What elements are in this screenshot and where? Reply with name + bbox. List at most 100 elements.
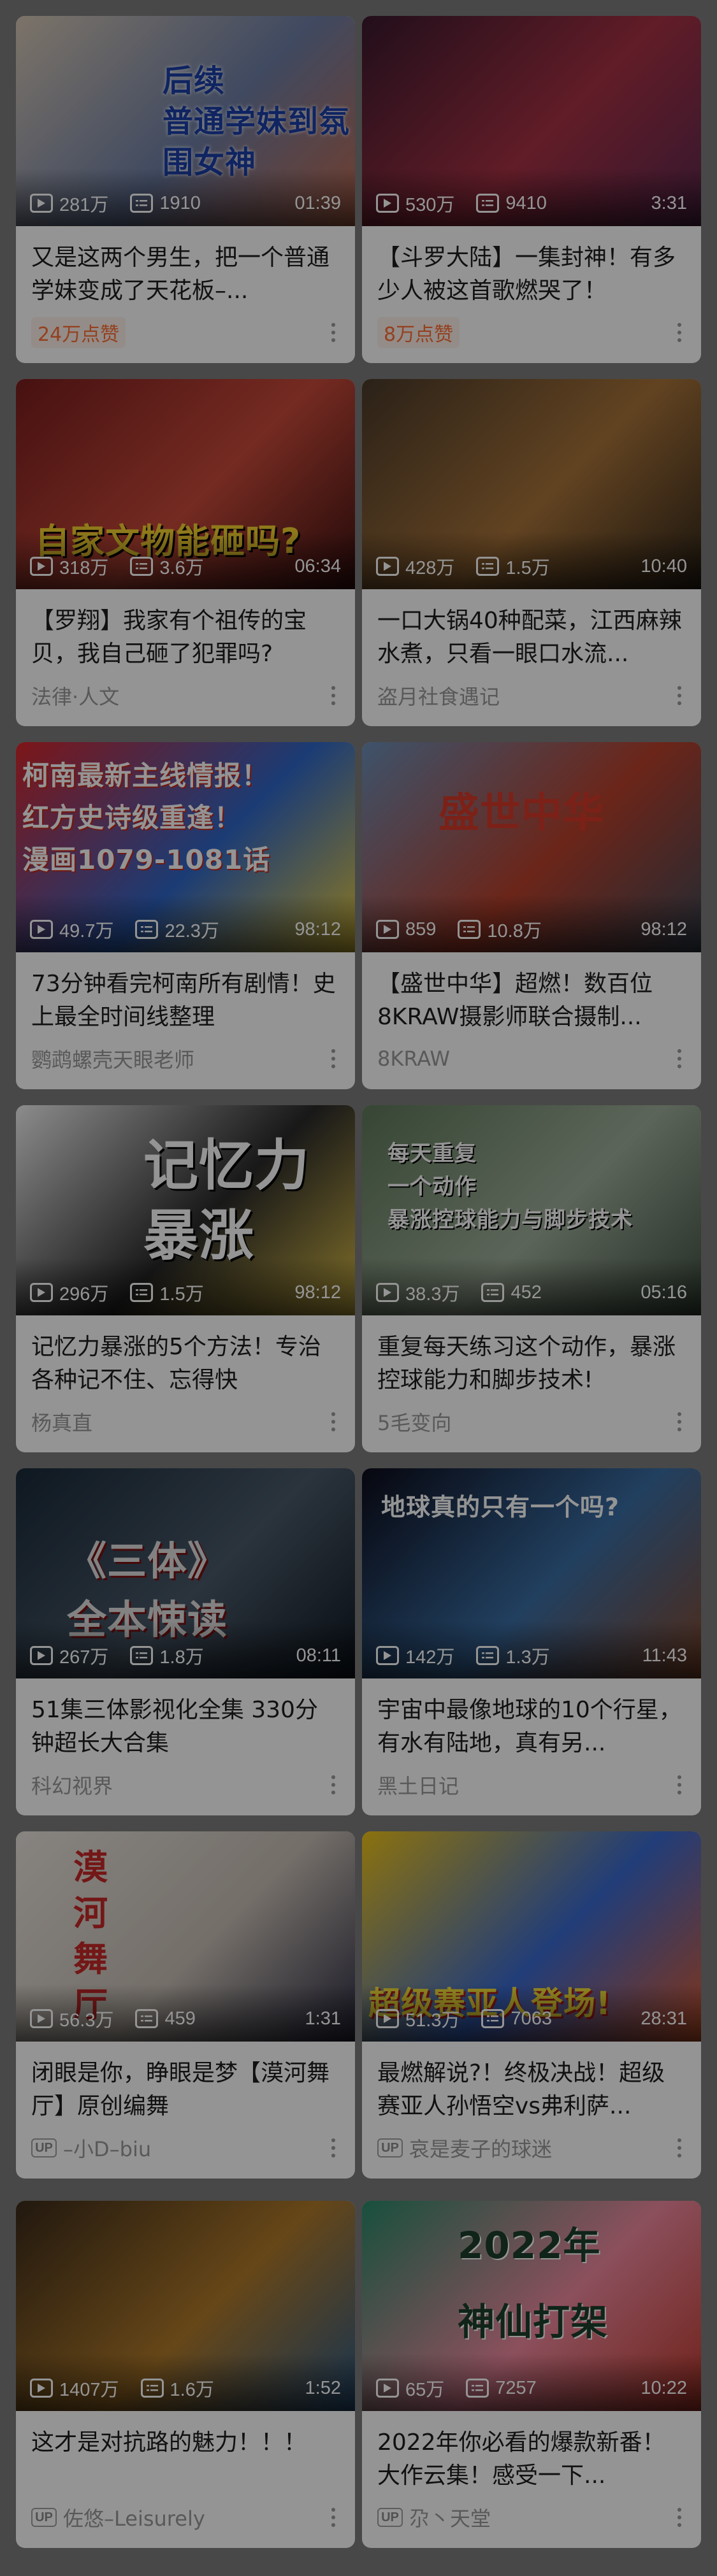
view-count: 142万 xyxy=(376,1642,454,1669)
more-options-icon[interactable] xyxy=(327,2508,340,2527)
video-thumbnail[interactable]: 2022年 神仙打架 65万 7257 10:22 xyxy=(362,2201,701,2411)
video-card[interactable]: 漠河舞厅 56.3万 459 1:31 闭眼是你，睁眼是梦【漠河舞厅】原 xyxy=(16,1831,355,2179)
more-options-icon[interactable] xyxy=(673,2138,686,2157)
more-options-icon[interactable] xyxy=(327,1049,340,1068)
video-stats: 296万 1.5万 98:12 xyxy=(16,1280,355,1305)
video-thumbnail[interactable]: 自家文物能砸吗? 318万 3.6万 06:34 xyxy=(16,379,355,589)
view-count: 65万 xyxy=(376,2375,444,2401)
video-card[interactable]: 2022年 神仙打架 65万 7257 10:22 2022年你必看的爆款新番！… xyxy=(362,2201,701,2548)
video-thumbnail[interactable]: 每天重复 一个动作 暴涨控球能力与脚步技术 38.3万 452 05:16 xyxy=(362,1105,701,1315)
video-thumbnail[interactable]: 530万 9410 3:31 xyxy=(362,16,701,226)
video-thumbnail[interactable]: 超级赛亚人登场! 51.3万 7063 28:31 xyxy=(362,1831,701,2042)
video-duration: 08:11 xyxy=(296,1645,341,1666)
uploader-name[interactable]: 科幻视界 xyxy=(31,1770,113,1800)
video-stats: 49.7万 22.3万 98:12 xyxy=(16,917,355,942)
video-card[interactable]: 《三体》 全本悚读 267万 1.8万 08:11 51集三体影视化全集 330… xyxy=(16,1468,355,1815)
video-title[interactable]: 重复每天练习这个动作，暴涨控球能力和脚步技术! xyxy=(362,1315,701,1398)
video-card[interactable]: 超级赛亚人登场! 51.3万 7063 28:31 最燃解说?！终极决战 xyxy=(362,1831,701,2179)
uploader-name[interactable]: 黑土日记 xyxy=(377,1770,459,1800)
video-title[interactable]: 73分钟看完柯南所有剧情！史上最全时间线整理 xyxy=(16,952,355,1035)
danmaku-count: 459 xyxy=(135,2008,196,2029)
thumbnail-caption: 2022年 神仙打架 xyxy=(458,2224,609,2343)
uploader-name[interactable]: 尕丶天堂 xyxy=(409,2503,491,2532)
video-thumbnail[interactable]: 《三体》 全本悚读 267万 1.8万 08:11 xyxy=(16,1468,355,1678)
more-options-icon[interactable] xyxy=(673,1775,686,1794)
video-thumbnail[interactable]: 后续 普通学妹到氛围女神 281万 1910 01:39 xyxy=(16,16,355,226)
video-card[interactable]: 自家文物能砸吗? 318万 3.6万 06:34 【罗翔】我家有个祖传的 xyxy=(16,379,355,726)
video-title[interactable]: 闭眼是你，睁眼是梦【漠河舞厅】原创编舞 xyxy=(16,2042,355,2124)
video-duration: 3:31 xyxy=(651,192,687,213)
video-feed: 后续 普通学妹到氛围女神 281万 1910 01:39 又是这两个男生，把一个… xyxy=(0,0,717,2576)
danmaku-count-text: 1.5万 xyxy=(159,1284,204,1305)
more-options-icon[interactable] xyxy=(327,1412,340,1431)
more-options-icon[interactable] xyxy=(673,2508,686,2527)
video-stats: 1407万 1.6万 1:52 xyxy=(16,2375,355,2401)
video-duration: 98:12 xyxy=(294,1282,341,1303)
video-title[interactable]: 2022年你必看的爆款新番！大作云集！感受一下... xyxy=(362,2411,701,2494)
uploader-name[interactable]: 5毛变向 xyxy=(377,1407,451,1436)
video-title[interactable]: 最燃解说?！终极决战！超级赛亚人孙悟空vs弗利萨... xyxy=(362,2042,701,2124)
uploader-name[interactable]: 哀是麦子的球迷 xyxy=(409,2133,552,2163)
uploader-name[interactable]: –小D–biu xyxy=(63,2133,151,2163)
uploader-name[interactable]: 盗月社食遇记 xyxy=(377,681,500,710)
video-card[interactable]: 柯南最新主线情报！ 红方史诗级重逢！ 漫画1079-1081话 49.7万 22… xyxy=(16,742,355,1089)
video-card[interactable]: 428万 1.5万 10:40 一口大锅40种配菜，江西麻辣水煮，只看一眼口水流… xyxy=(362,379,701,726)
video-duration: 98:12 xyxy=(294,919,341,940)
video-card[interactable]: 1407万 1.6万 1:52 这才是对抗路的魅力！！！ UP 佐悠–Leisu… xyxy=(16,2201,355,2548)
video-thumbnail[interactable]: 记忆力 暴涨 296万 1.5万 98:12 xyxy=(16,1105,355,1315)
view-count: 296万 xyxy=(30,1279,108,1306)
more-options-icon[interactable] xyxy=(673,686,686,705)
video-title[interactable]: 【盛世中华】超燃！数百位8KRAW摄影师联合摄制... xyxy=(362,952,701,1035)
video-thumbnail[interactable]: 柯南最新主线情报！ 红方史诗级重逢！ 漫画1079-1081话 49.7万 22… xyxy=(16,742,355,952)
more-options-icon[interactable] xyxy=(673,323,686,342)
view-count: 267万 xyxy=(30,1642,108,1669)
video-card[interactable]: 记忆力 暴涨 296万 1.5万 98:12 记忆力暴涨的5个方法！专治各种记不… xyxy=(16,1105,355,1452)
more-options-icon[interactable] xyxy=(327,2138,340,2157)
video-thumbnail[interactable]: 1407万 1.6万 1:52 xyxy=(16,2201,355,2411)
video-title[interactable]: 51集三体影视化全集 330分钟超长大合集 xyxy=(16,1678,355,1761)
uploader-name[interactable]: 杨真直 xyxy=(31,1407,92,1436)
video-title[interactable]: 【罗翔】我家有个祖传的宝贝，我自己砸了犯罪吗? xyxy=(16,589,355,672)
more-options-icon[interactable] xyxy=(673,1049,686,1068)
uploader-name[interactable]: 佐悠–Leisurely xyxy=(63,2503,205,2532)
uploader-name[interactable]: 鹦鹉螺壳天眼老师 xyxy=(31,1044,194,1073)
more-options-icon[interactable] xyxy=(327,686,340,705)
danmaku-icon xyxy=(130,1646,154,1665)
video-title[interactable]: 又是这两个男生，把一个普通学妹变成了天花板–... xyxy=(16,226,355,309)
video-meta: 5毛变向 xyxy=(377,1408,686,1436)
video-thumbnail[interactable]: 428万 1.5万 10:40 xyxy=(362,379,701,589)
danmaku-icon xyxy=(476,557,500,576)
video-title[interactable]: 【斗罗大陆】一集封神！有多少人被这首歌燃哭了！ xyxy=(362,226,701,309)
video-card[interactable]: 530万 9410 3:31 【斗罗大陆】一集封神！有多少人被这首歌燃哭了！ 8… xyxy=(362,16,701,363)
danmaku-icon xyxy=(476,194,500,213)
video-title[interactable]: 一口大锅40种配菜，江西麻辣水煮，只看一眼口水流... xyxy=(362,589,701,672)
video-card[interactable]: 地球真的只有一个吗? 142万 1.3万 11:43 宇宙中最像地球的10个行星… xyxy=(362,1468,701,1815)
video-card[interactable]: 每天重复 一个动作 暴涨控球能力与脚步技术 38.3万 452 05:16 重复… xyxy=(362,1105,701,1452)
video-thumbnail[interactable]: 地球真的只有一个吗? 142万 1.3万 11:43 xyxy=(362,1468,701,1678)
play-icon xyxy=(376,1283,399,1302)
danmaku-icon xyxy=(135,920,159,939)
video-card[interactable]: 盛世中华 859 10.8万 98:12 【盛世中华】超燃！数百位8KRAW摄影… xyxy=(362,742,701,1089)
danmaku-count: 1.5万 xyxy=(130,1279,204,1306)
more-options-icon[interactable] xyxy=(327,323,340,342)
danmaku-count-text: 459 xyxy=(164,2008,196,2029)
video-thumbnail[interactable]: 漠河舞厅 56.3万 459 1:31 xyxy=(16,1831,355,2042)
uploader-name[interactable]: 法律·人文 xyxy=(31,681,119,710)
video-stats: 51.3万 7063 28:31 xyxy=(362,2006,701,2031)
video-title[interactable]: 记忆力暴涨的5个方法！专治各种记不住、忘得快 xyxy=(16,1315,355,1398)
play-icon xyxy=(30,920,53,939)
danmaku-icon xyxy=(458,920,481,939)
more-options-icon[interactable] xyxy=(673,1412,686,1431)
more-options-icon[interactable] xyxy=(327,1775,340,1794)
danmaku-count: 3.6万 xyxy=(130,553,204,580)
video-card[interactable]: 后续 普通学妹到氛围女神 281万 1910 01:39 又是这两个男生，把一个… xyxy=(16,16,355,363)
video-title[interactable]: 这才是对抗路的魅力！！！ xyxy=(16,2411,355,2494)
view-count-text: 38.3万 xyxy=(405,1284,460,1305)
video-stats: 38.3万 452 05:16 xyxy=(362,1280,701,1305)
video-thumbnail[interactable]: 盛世中华 859 10.8万 98:12 xyxy=(362,742,701,952)
video-duration: 1:52 xyxy=(305,2377,341,2398)
video-title[interactable]: 宇宙中最像地球的10个行星，有水有陆地，真有另... xyxy=(362,1678,701,1761)
uploader-name[interactable]: 8KRAW xyxy=(377,1047,450,1071)
video-stats: 142万 1.3万 11:43 xyxy=(362,1643,701,1668)
play-icon xyxy=(376,2379,399,2398)
